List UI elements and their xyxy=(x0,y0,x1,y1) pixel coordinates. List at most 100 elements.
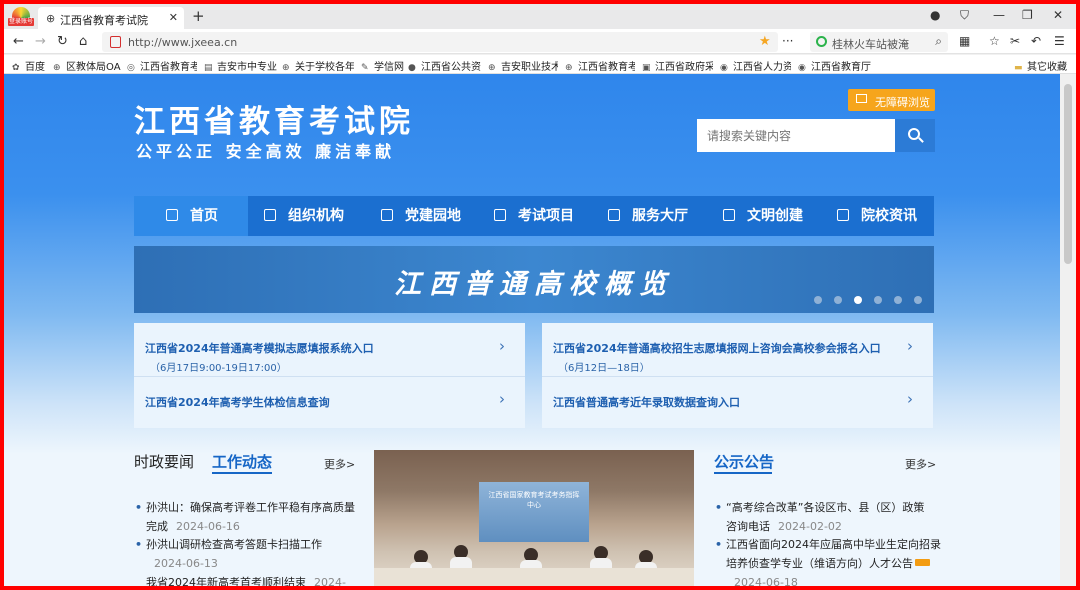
carousel-dot[interactable] xyxy=(874,296,882,304)
main-nav: 首页 组织机构 党建园地 考试项目 服务大厅 文明创建 院校资讯 xyxy=(134,196,934,236)
bookmark-star-icon[interactable]: ★ xyxy=(759,34,771,49)
tablet-icon xyxy=(723,209,735,221)
party-icon xyxy=(381,209,393,221)
url-field[interactable]: http://www.jxeea.cn ★ ··· xyxy=(102,32,793,52)
notice-underline xyxy=(714,472,772,474)
tab-active[interactable]: ⊕ 江西省教育考试院 ✕ xyxy=(38,7,184,29)
tab-work-updates[interactable]: 工作动态 xyxy=(212,451,272,472)
bookmark-item[interactable]: ⊕ 江西省教育考 xyxy=(565,58,635,73)
tab-title: 江西省教育考试院 xyxy=(60,14,148,27)
globe-icon: ⊕ xyxy=(282,63,290,73)
bookmark-item[interactable]: ▤ 吉安市中专业 xyxy=(204,58,278,73)
bookmark-item[interactable]: ● 江西省公共资 xyxy=(408,58,482,73)
quick-links-right: 江西省2024年普通高校招生志愿填报网上咨询会高校参会报名入口 （6月12日—1… xyxy=(542,323,933,428)
news-item[interactable]: 我省2024年新高考首考顺利结束 2024- xyxy=(146,573,361,586)
new-tab-icon[interactable]: + xyxy=(192,7,205,25)
service-icon xyxy=(608,209,620,221)
quick-link[interactable]: 江西省2024年普通高考模拟志愿填报系统入口 （6月17日9:00-19日17:… xyxy=(134,323,525,375)
favorites-icon[interactable]: ☆ xyxy=(989,34,1000,48)
news-item[interactable]: • 孙洪山调研检查高考答题卡扫描工作 2024-06-13 xyxy=(135,535,361,573)
bookmark-item[interactable]: ⊕ 区教体局OA xyxy=(53,58,121,73)
globe-icon: ⊕ xyxy=(488,63,496,73)
bookmark-item[interactable]: ▣ 江西省政府采 xyxy=(642,58,713,73)
tab-underline xyxy=(212,472,272,474)
bookmark-item[interactable]: ✎ 学信网 xyxy=(361,58,404,73)
bookmark-item[interactable]: ⊕ 吉安职业技术 xyxy=(488,58,558,73)
scrollbar-thumb[interactable] xyxy=(1064,84,1072,264)
scissors-icon[interactable]: ✂ xyxy=(1010,34,1020,48)
page-scrollbar[interactable] xyxy=(1060,74,1076,586)
emblem-icon: ◉ xyxy=(720,63,728,73)
search-engine-icon xyxy=(816,36,827,47)
globe-icon: ⊕ xyxy=(53,63,61,73)
monitor-icon xyxy=(856,94,867,103)
news-item[interactable]: • 孙洪山：确保高考评卷工作平稳有序高质量 完成 2024-06-16 xyxy=(135,498,361,536)
site-search-button[interactable] xyxy=(895,119,935,152)
home-icon[interactable]: ⌂ xyxy=(79,34,87,49)
bookmark-item[interactable]: ◉ 江西省教育厅 xyxy=(798,58,871,73)
tab-bar: 登录账号 ⊕ 江西省教育考试院 ✕ + ● ⛉ — ❐ ✕ xyxy=(4,4,1076,29)
chevron-right-icon: › xyxy=(499,337,505,355)
other-bookmarks[interactable]: ▬ 其它收藏 xyxy=(1014,58,1067,73)
gov-icon: ▣ xyxy=(642,63,651,73)
notice-item[interactable]: • “高考综合改革”各设区市、县（区）政策 咨询电话 2024-02-02 xyxy=(715,498,941,536)
menu-icon[interactable]: ☰ xyxy=(1054,34,1065,48)
carousel-dot-active[interactable] xyxy=(854,296,862,304)
more-icon[interactable]: ··· xyxy=(782,34,793,48)
bookmark-item[interactable]: ⊕ 关于学校各年 xyxy=(282,58,354,73)
site-slogan: 公平公正 安全高效 廉洁奉献 xyxy=(136,142,396,161)
quick-links-left: 江西省2024年普通高考模拟志愿填报系统入口 （6月17日9:00-19日17:… xyxy=(134,323,525,428)
undo-icon[interactable]: ↶ xyxy=(1031,34,1041,48)
bookmark-item[interactable]: ◉ 江西省人力资 xyxy=(720,58,791,73)
bookmark-item[interactable]: ◎ 江西省教育考 xyxy=(127,58,197,73)
tab-politics[interactable]: 时政要闻 xyxy=(134,451,194,472)
minimize-icon[interactable]: — xyxy=(993,8,1005,22)
emblem-icon: ◎ xyxy=(127,63,135,73)
nav-item-colleges[interactable]: 院校资讯 xyxy=(837,196,917,236)
nav-item-civilization[interactable]: 文明创建 xyxy=(723,196,803,236)
window-close-icon[interactable]: ✕ xyxy=(1053,8,1063,22)
nav-item-organization[interactable]: 组织机构 xyxy=(264,196,344,236)
skin-icon[interactable]: ⛉ xyxy=(960,8,969,23)
nav-item-home[interactable]: 首页 xyxy=(134,196,248,236)
carousel-dot[interactable] xyxy=(814,296,822,304)
banner-text: 江西普通高校概览 xyxy=(394,269,674,300)
reload-icon[interactable]: ↻ xyxy=(57,34,68,49)
logo-icon: ● xyxy=(408,63,416,73)
site-search-input[interactable] xyxy=(697,119,895,152)
globe-icon: ⊕ xyxy=(46,12,56,25)
apps-grid-icon[interactable]: ▦ xyxy=(959,34,970,48)
nav-item-party[interactable]: 党建园地 xyxy=(381,196,461,236)
nav-item-services[interactable]: 服务大厅 xyxy=(608,196,688,236)
banner-carousel[interactable]: 江西普通高校概览 xyxy=(134,246,934,313)
magnifier-icon[interactable]: ⌕ xyxy=(935,34,942,49)
security-shield-icon xyxy=(110,36,121,48)
folder-icon: ▬ xyxy=(1014,63,1023,73)
browser-search-text: 桂林火车站被淹 xyxy=(832,38,909,51)
browser-logo-icon[interactable]: 登录账号 xyxy=(8,7,34,27)
accessibility-button[interactable]: 无障碍浏览 xyxy=(848,89,935,111)
account-icon[interactable]: ● xyxy=(930,8,940,22)
quick-link[interactable]: 江西省普通高考近年录取数据查询入口 › xyxy=(542,376,933,428)
carousel-dot[interactable] xyxy=(834,296,842,304)
carousel-dot[interactable] xyxy=(914,296,922,304)
quick-link[interactable]: 江西省2024年普通高校招生志愿填报网上咨询会高校参会报名入口 （6月12日—1… xyxy=(542,323,933,375)
news-photo[interactable]: 江西省国家教育考试考务指挥中心 xyxy=(374,450,694,586)
forward-icon[interactable]: → xyxy=(35,34,46,49)
news-more-link[interactable]: 更多> xyxy=(324,456,355,472)
bookmark-item[interactable]: ✿ 百度 xyxy=(12,58,45,73)
nav-item-exams[interactable]: 考试项目 xyxy=(494,196,574,236)
back-icon[interactable]: ← xyxy=(13,34,24,49)
browser-search-field[interactable]: 桂林火车站被淹 ⌕ xyxy=(810,32,948,52)
notice-more-link[interactable]: 更多> xyxy=(905,456,936,472)
address-toolbar: ← → ↻ ⌂ http://www.jxeea.cn ★ ··· 桂林火车站被… xyxy=(4,29,1076,54)
restore-icon[interactable]: ❐ xyxy=(1022,8,1033,22)
notice-title[interactable]: 公示公告 xyxy=(714,451,774,472)
close-icon[interactable]: ✕ xyxy=(169,11,178,24)
org-chart-icon xyxy=(264,209,276,221)
quick-link[interactable]: 江西省2024年高考学生体检信息查询 › xyxy=(134,376,525,428)
document-icon xyxy=(837,209,849,221)
notice-item[interactable]: • 江西省面向2024年应届高中毕业生定向招录 培养侦查学专业（维语方向）人才公… xyxy=(715,535,941,586)
home-icon xyxy=(166,209,178,221)
carousel-dot[interactable] xyxy=(894,296,902,304)
